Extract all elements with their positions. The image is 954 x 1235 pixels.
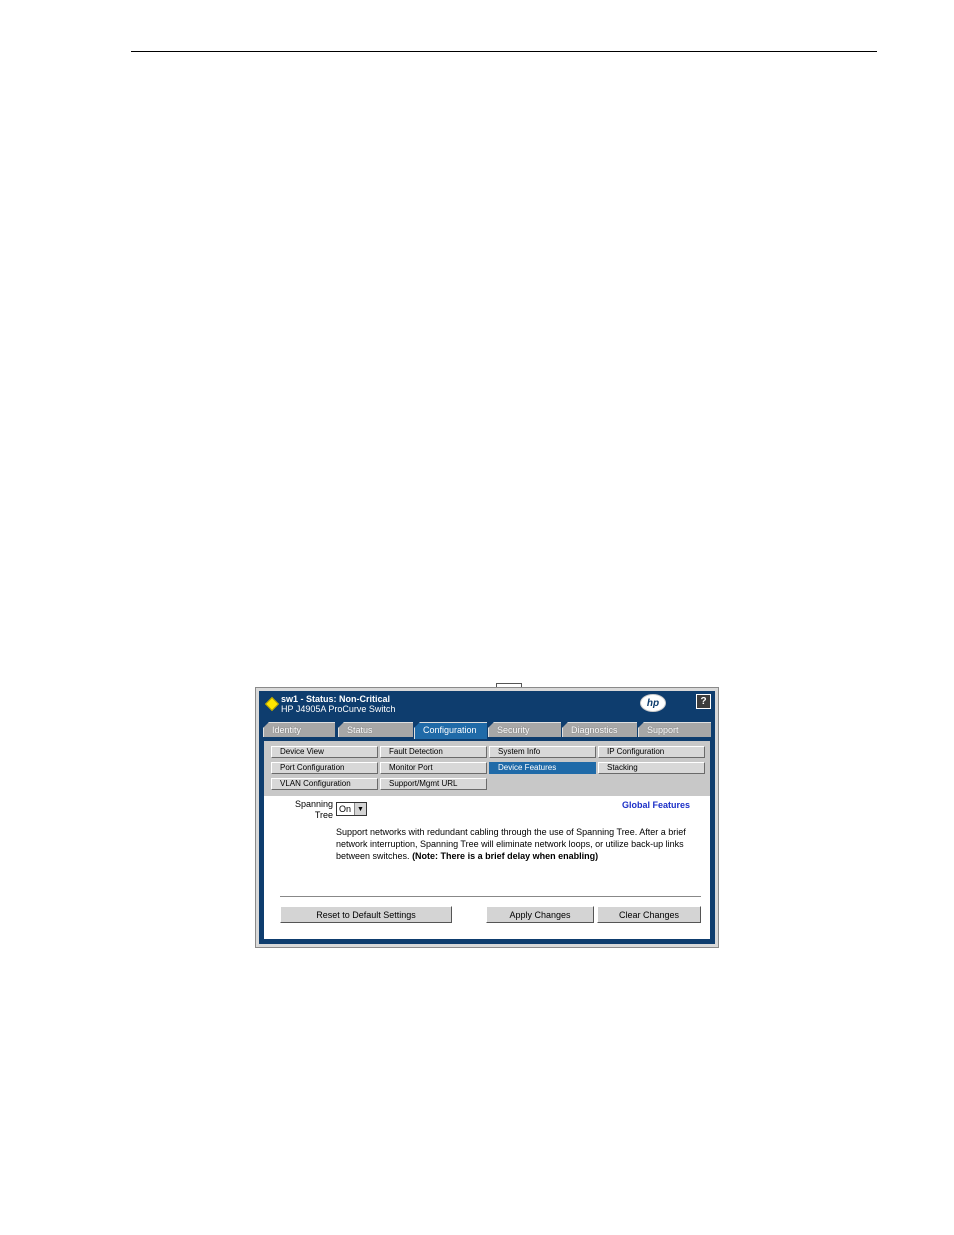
tab-identity[interactable]: Identity (263, 722, 335, 737)
spanning-tree-select[interactable]: On ▼ (336, 802, 367, 816)
tab-diagnostics[interactable]: Diagnostics (562, 722, 637, 737)
tab-configuration[interactable]: Configuration (414, 722, 487, 739)
device-name: sw1 (281, 694, 299, 704)
switch-web-ui-screenshot: sw1 - Status: Non-Critical HP J4905A Pro… (255, 687, 719, 948)
subnav-system-info[interactable]: System Info (489, 746, 596, 758)
spanning-tree-label: Spanning Tree (294, 799, 333, 820)
subnav-support-mgmt-url[interactable]: Support/Mgmt URL (380, 778, 487, 790)
spanning-tree-description: Support networks with redundant cabling … (336, 826, 706, 862)
tab-status[interactable]: Status (338, 722, 413, 737)
apply-changes-button[interactable]: Apply Changes (486, 906, 594, 923)
device-features-panel: Spanning Tree On ▼ Global Features Suppo… (264, 796, 710, 939)
status-warning-icon (264, 696, 280, 712)
app-window: sw1 - Status: Non-Critical HP J4905A Pro… (259, 691, 715, 944)
description-note: (Note: There is a brief delay when enabl… (412, 851, 599, 861)
subnav-vlan-configuration[interactable]: VLAN Configuration (271, 778, 378, 790)
hp-logo-icon[interactable]: hp (640, 694, 666, 712)
tab-support[interactable]: Support (638, 722, 711, 737)
tab-security[interactable]: Security (488, 722, 561, 737)
subnav-port-configuration[interactable]: Port Configuration (271, 762, 378, 774)
status-value: Non-Critical (339, 694, 391, 704)
divider (280, 896, 701, 898)
device-status-title: sw1 - Status: Non-Critical (281, 694, 390, 704)
title-bar: sw1 - Status: Non-Critical HP J4905A Pro… (259, 691, 715, 721)
reset-default-button[interactable]: Reset to Default Settings (280, 906, 452, 923)
clear-changes-button[interactable]: Clear Changes (597, 906, 701, 923)
configuration-subnav: Device View Fault Detection System Info … (264, 741, 710, 796)
help-button[interactable]: ? (696, 694, 711, 709)
spanning-tree-value: On (339, 804, 352, 814)
subnav-monitor-port[interactable]: Monitor Port (380, 762, 487, 774)
status-label: - Status: (298, 694, 340, 704)
subnav-device-features[interactable]: Device Features (489, 762, 596, 774)
subnav-device-view[interactable]: Device View (271, 746, 378, 758)
dropdown-arrow-icon[interactable]: ▼ (354, 803, 366, 815)
device-model: HP J4905A ProCurve Switch (281, 704, 396, 714)
subnav-ip-configuration[interactable]: IP Configuration (598, 746, 705, 758)
page-header-rule (131, 51, 877, 52)
global-features-heading: Global Features (621, 800, 690, 810)
subnav-stacking[interactable]: Stacking (598, 762, 705, 774)
main-tabs: Identity Status Configuration Security D… (259, 722, 715, 739)
subnav-fault-detection[interactable]: Fault Detection (380, 746, 487, 758)
